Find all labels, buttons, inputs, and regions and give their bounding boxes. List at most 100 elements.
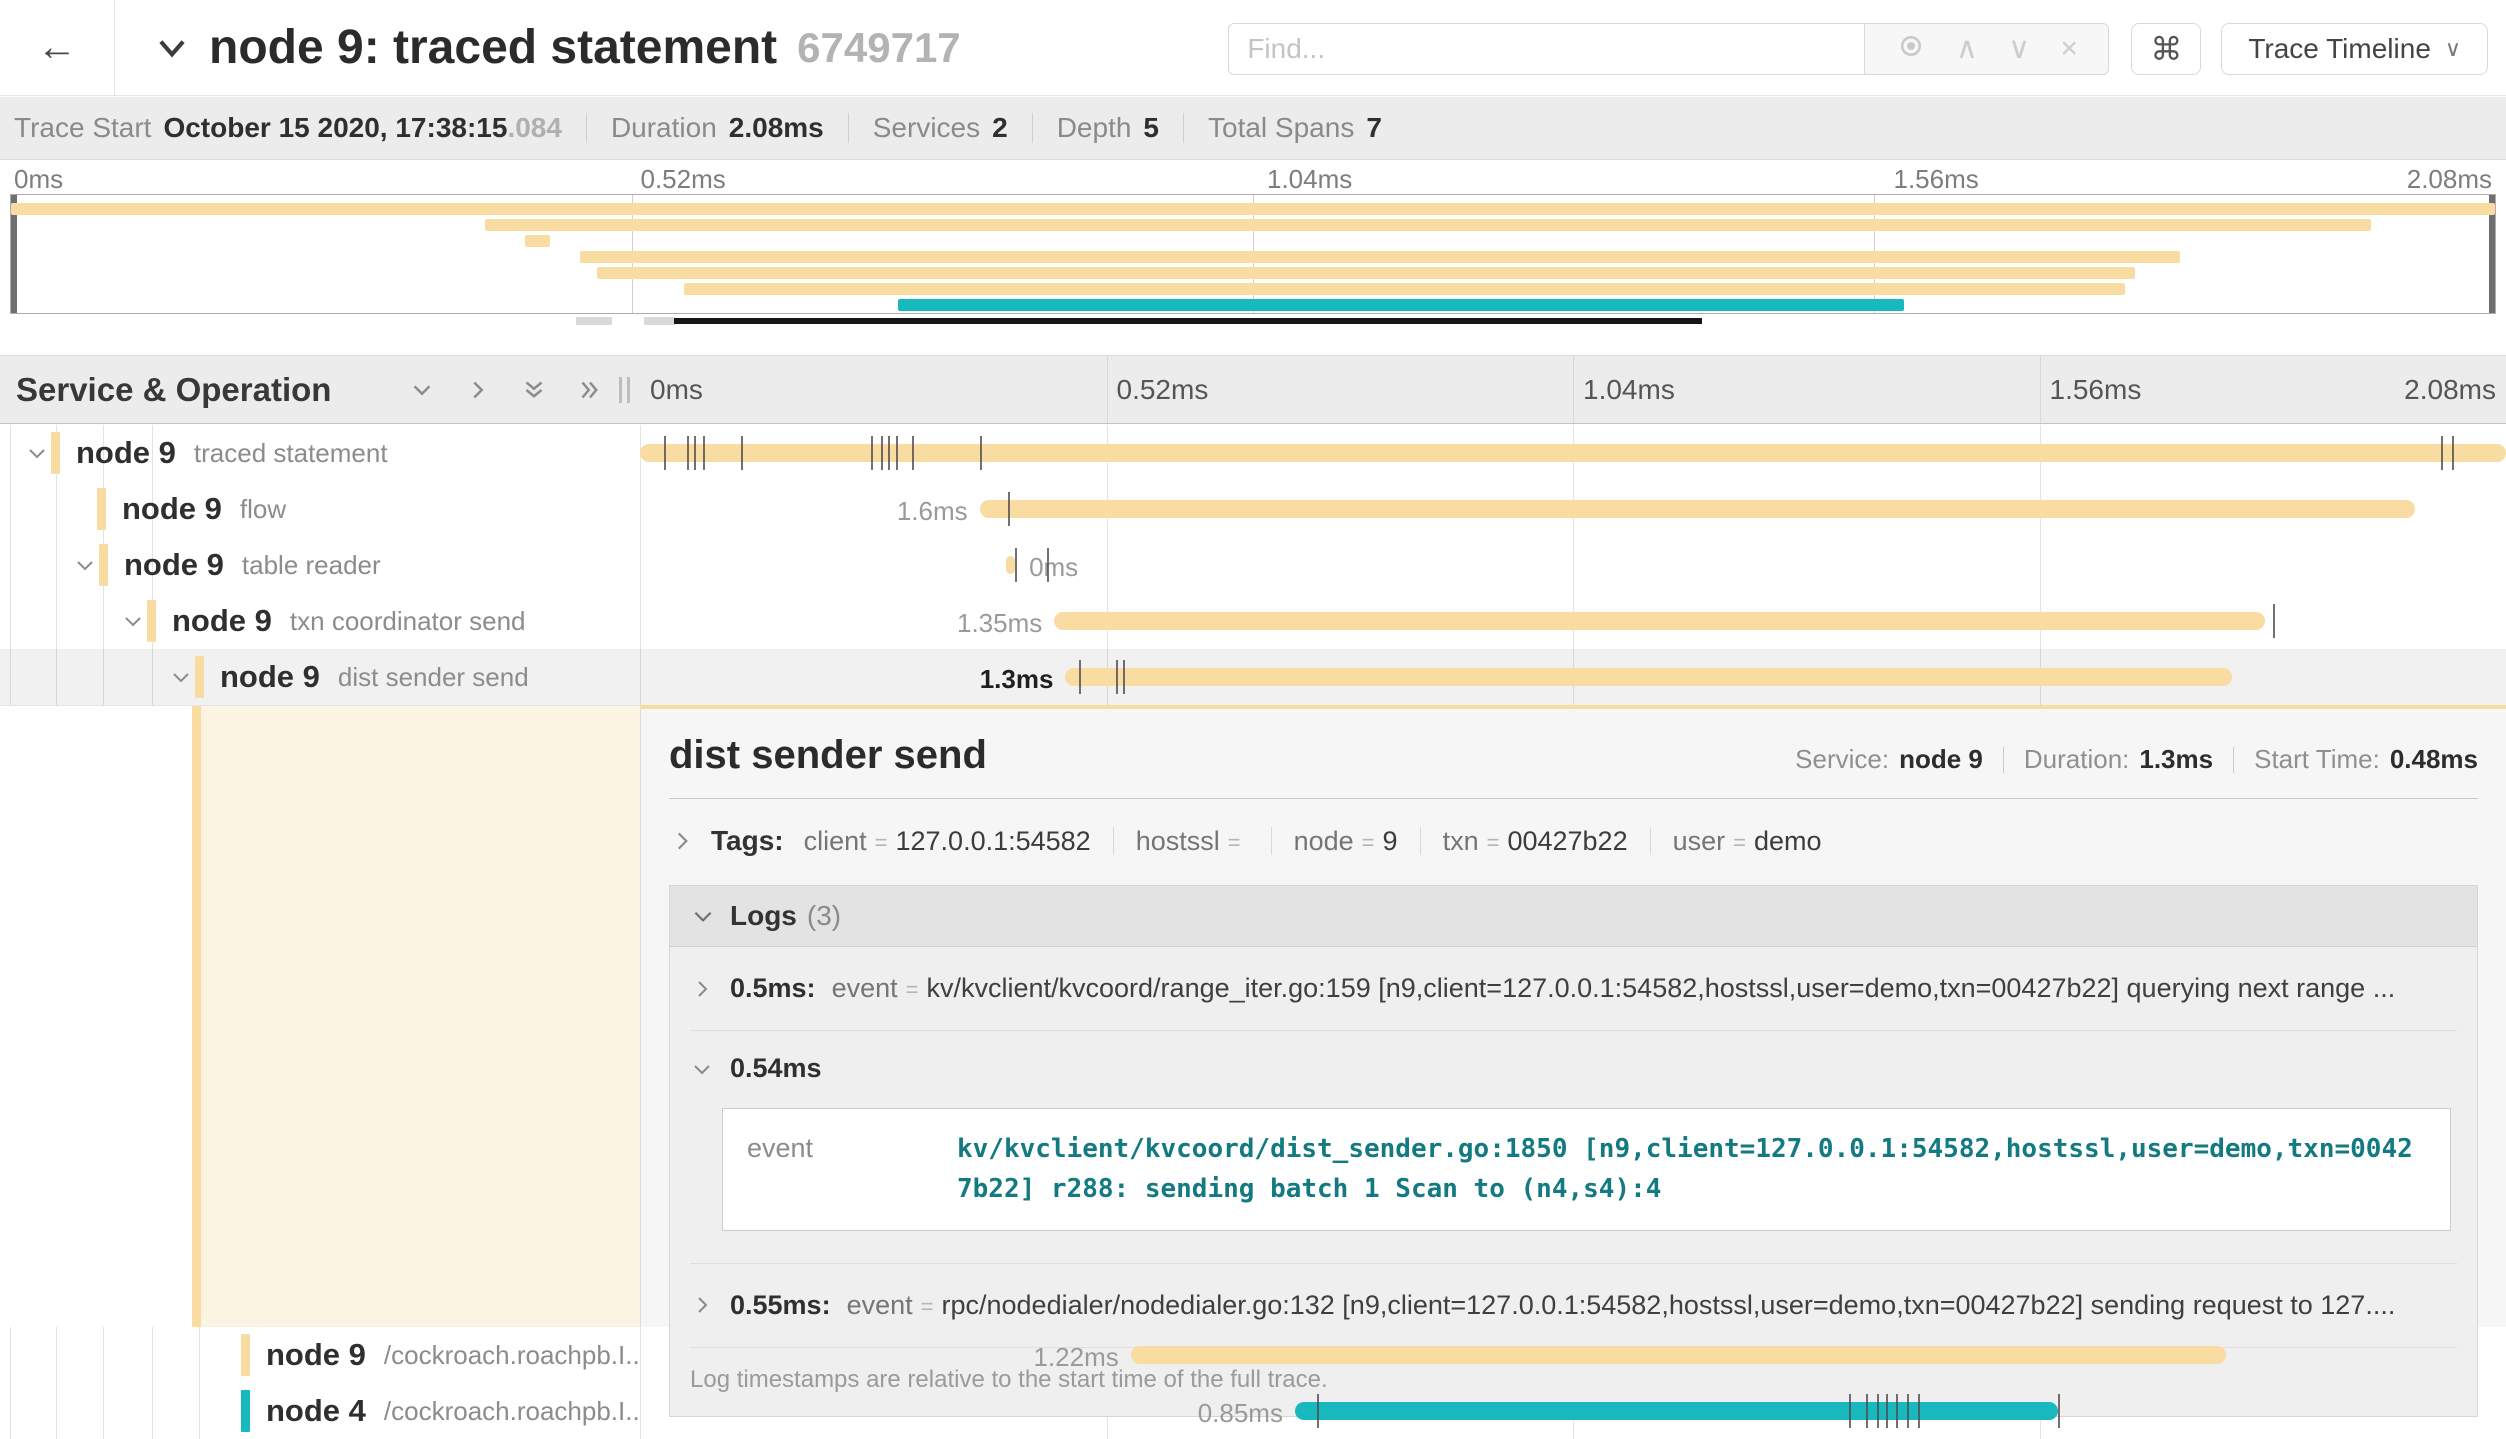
tags-accordion[interactable]: Tags: client=127.0.0.1:54582 hostssl= no… — [669, 825, 2478, 857]
log-entry[interactable]: 0.5ms: event = kv/kvclient/kvcoord/range… — [690, 947, 2457, 1030]
span-bar[interactable] — [980, 500, 2415, 518]
logs-title: Logs — [730, 900, 797, 932]
log-marker-tick — [1079, 660, 1081, 694]
span-timeline-cell[interactable]: 1.3ms — [640, 649, 2506, 705]
span-rows-bottom: node 9 /cockroach.roachpb.I... 1.22ms no… — [0, 1327, 2506, 1439]
span-bar[interactable] — [1054, 612, 2265, 630]
log-field-value: kv/kvclient/kvcoord/dist_sender.go:1850 … — [957, 1129, 2426, 1210]
trace-id: 6749717 — [797, 24, 961, 72]
span-bar[interactable] — [1131, 1346, 2226, 1364]
top-bar: ← node 9: traced statement 6749717 ∧ ∨ ×… — [0, 0, 2506, 96]
span-name-cell[interactable]: node 9 dist sender send — [0, 649, 640, 705]
back-button[interactable]: ← — [0, 0, 115, 96]
span-timeline-cell[interactable] — [640, 425, 2506, 481]
span-name-cell[interactable]: node 9 txn coordinator send — [0, 593, 640, 649]
collapse-header-chevron-icon[interactable] — [153, 29, 191, 67]
span-timeline-cell[interactable]: 1.22ms — [640, 1327, 2506, 1383]
log-marker-tick — [980, 436, 982, 470]
span-name-cell[interactable]: node 9 /cockroach.roachpb.I... — [0, 1327, 640, 1383]
time-tick-label: 2.08ms — [2404, 374, 2496, 406]
span-row: node 9 /cockroach.roachpb.I... 1.22ms — [0, 1327, 2506, 1383]
span-timeline-cell[interactable]: 0.85ms — [640, 1383, 2506, 1439]
span-timeline-cell[interactable]: 1.6ms — [640, 481, 2506, 537]
span-detail-tint — [201, 706, 640, 1327]
span-duration-label: 1.35ms — [957, 608, 1042, 639]
span-row: node 4 /cockroach.roachpb.I... 0.85ms — [0, 1383, 2506, 1439]
log-marker-tick — [871, 436, 873, 470]
summary-label: Total Spans — [1208, 112, 1354, 144]
log-timestamp: 0.55ms: — [730, 1290, 831, 1321]
logs-header[interactable]: Logs (3) — [670, 886, 2477, 947]
operation-name: txn coordinator send — [290, 606, 526, 637]
expand-all-icon[interactable] — [575, 375, 605, 405]
logs-count: (3) — [807, 900, 841, 932]
span-detail-meta: Service: node 9 Duration: 1.3ms Start Ti… — [1795, 744, 2478, 775]
log-marker-tick — [1918, 1394, 1920, 1428]
collapse-one-icon[interactable] — [407, 375, 437, 405]
keyboard-shortcuts-button[interactable]: ⌘ — [2131, 23, 2201, 75]
service-color-strip — [147, 600, 156, 642]
log-marker-tick — [664, 436, 666, 470]
prev-match-icon[interactable]: ∧ — [1956, 34, 1978, 64]
service-label: Service: — [1795, 744, 1889, 775]
log-marker-tick — [896, 436, 898, 470]
operation-name: traced statement — [194, 438, 388, 469]
summary-value: 7 — [1366, 112, 1382, 144]
expand-one-icon[interactable] — [463, 375, 493, 405]
log-marker-tick — [741, 436, 743, 470]
jaeger-trace-page: ← node 9: traced statement 6749717 ∧ ∨ ×… — [0, 0, 2506, 1439]
log-marker-tick — [888, 436, 890, 470]
chevron-down-icon[interactable] — [169, 665, 195, 689]
trace-minimap[interactable] — [10, 194, 2496, 314]
tags-label: Tags: — [711, 825, 784, 857]
log-marker-tick — [703, 436, 705, 470]
span-duration-label: 0ms — [1029, 552, 1078, 583]
chevron-right-icon — [690, 1293, 714, 1317]
chevron-down-icon[interactable] — [73, 553, 99, 577]
start-time-value: 0.48ms — [2390, 744, 2478, 775]
chevron-right-icon — [690, 977, 714, 1001]
span-name-cell[interactable]: node 9 table reader — [0, 537, 640, 593]
span-name-cell[interactable]: node 9 flow — [0, 481, 640, 537]
trace-summary-bar: Trace StartOctober 15 2020, 17:38:15.084… — [0, 97, 2506, 160]
next-match-icon[interactable]: ∨ — [2008, 34, 2030, 64]
scrollbar-thumb[interactable] — [674, 318, 1702, 324]
minimap-tick-labels: 0ms0.52ms1.04ms1.56ms2.08ms — [0, 164, 2506, 192]
time-tick-label: 0ms — [14, 164, 63, 195]
service-color-strip — [51, 432, 60, 474]
span-bar[interactable] — [640, 444, 2506, 462]
focus-match-icon[interactable] — [1896, 31, 1926, 67]
scrollbar-block[interactable] — [576, 317, 612, 325]
column-resize-grip[interactable] — [619, 377, 630, 403]
minimap-span — [898, 299, 1904, 311]
log-marker-tick — [2452, 436, 2454, 470]
span-bar[interactable] — [1295, 1402, 2058, 1420]
span-duration-label: 1.3ms — [980, 664, 1054, 695]
log-marker-tick — [1849, 1394, 1851, 1428]
log-timestamp: 0.5ms: — [730, 973, 816, 1004]
log-marker-tick — [1317, 1394, 1319, 1428]
header-actions: ∧ ∨ × ⌘ Trace Timeline ∨ — [1228, 23, 2488, 75]
span-timeline-cell[interactable]: 1.35ms — [640, 593, 2506, 649]
span-name-cell[interactable]: node 9 traced statement — [0, 425, 640, 481]
service-name: node 9 — [172, 603, 272, 639]
collapse-all-icon[interactable] — [519, 375, 549, 405]
chevron-down-icon[interactable] — [25, 441, 51, 465]
scrollbar-block[interactable] — [644, 317, 675, 325]
time-tick-label: 0.52ms — [641, 164, 726, 195]
find-input[interactable] — [1228, 23, 1864, 75]
span-bar[interactable] — [1006, 556, 1015, 574]
minimap-span — [580, 251, 2180, 263]
span-timeline-cell[interactable]: 0ms — [640, 537, 2506, 593]
log-entry-header[interactable]: 0.54ms — [690, 1053, 2457, 1084]
tag-item: user=demo — [1673, 826, 1822, 857]
chevron-right-icon — [669, 828, 695, 854]
trace-view-select[interactable]: Trace Timeline ∨ — [2221, 23, 2488, 75]
chevron-down-icon[interactable] — [121, 609, 147, 633]
span-bar[interactable] — [1065, 668, 2231, 686]
span-name-cell[interactable]: node 4 /cockroach.roachpb.I... — [0, 1383, 640, 1439]
operation-name: /cockroach.roachpb.I... — [384, 1340, 640, 1371]
clear-find-icon[interactable]: × — [2060, 34, 2078, 64]
log-marker-tick — [1896, 1394, 1898, 1428]
tag-item: node=9 — [1294, 826, 1398, 857]
